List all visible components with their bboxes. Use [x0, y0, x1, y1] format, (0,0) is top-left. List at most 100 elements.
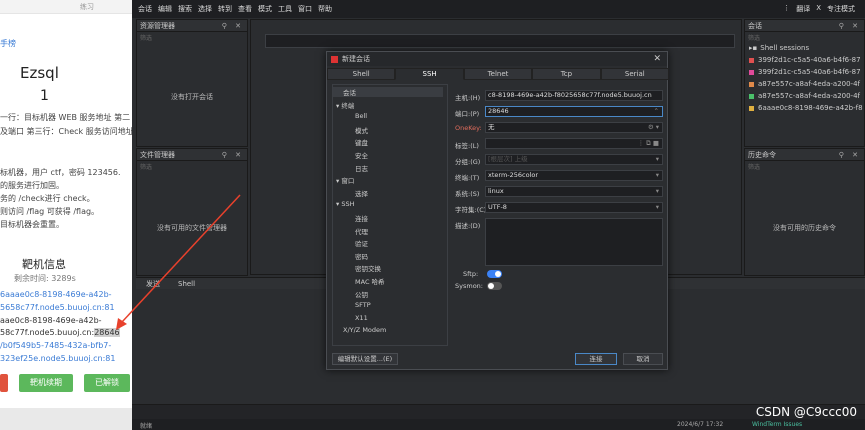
destroy-button[interactable]	[0, 374, 8, 392]
host-input[interactable]: c8-8198-469e-a42b-f8025658c77f.node5.buu…	[485, 90, 663, 101]
filter-input[interactable]: 筛选	[137, 161, 247, 171]
tree-item-label: 密钥交换	[355, 265, 381, 274]
charset-label: 字符集:(C)	[455, 206, 487, 214]
onekey-select[interactable]: 无 ⚙ ▾	[485, 122, 663, 133]
tree-item[interactable]: 选择	[355, 188, 368, 198]
screenshot-root: 练习 手榜 Ezsql 1 一行：目标机器 WEB 服务地址 第二 及端口 第三…	[0, 0, 865, 430]
menu-icon[interactable]: ⋮	[783, 4, 790, 14]
browser-tab-text[interactable]: 练习	[80, 2, 94, 12]
menu-edit[interactable]: 编辑	[158, 4, 172, 14]
csdn-watermark: CSDN @C9ccc00	[755, 405, 857, 419]
x-icon[interactable]: X	[816, 4, 821, 14]
menu-session[interactable]: 会话	[138, 4, 152, 14]
session-folder[interactable]: ▸▪ Shell sessions	[745, 42, 864, 54]
settings-tree: 会话 ▾ 终端 Bell 模式键盘安全日志 ▾ 窗口 选择 ▾ SSH 连接代理验证密码密钥交…	[332, 84, 448, 346]
session-item[interactable]: 399f2d1c-c5a5-40a6-b4f6-87	[745, 54, 864, 66]
target-link-2[interactable]: /b0f549b5-7485-432a-bfb7-	[0, 341, 111, 350]
tab-telnet[interactable]: Telnet	[463, 68, 533, 80]
panel-controls[interactable]: ⚲ ✕	[839, 22, 861, 30]
renew-button[interactable]: 靶机续期	[19, 374, 73, 392]
tab-ssh[interactable]: SSH	[395, 68, 464, 80]
system-select[interactable]: linux ▾	[485, 186, 663, 197]
tree-item[interactable]: ▾ 窗口	[336, 175, 354, 185]
tab-tcp[interactable]: Tcp	[532, 68, 601, 80]
spin-icon[interactable]: ⌃	[654, 107, 659, 116]
menu-search[interactable]: 搜索	[178, 4, 192, 14]
protocol-tabs: Shell SSH Telnet Tcp Serial	[327, 68, 670, 80]
tree-item[interactable]: ▾ 终端	[336, 100, 354, 110]
tree-item[interactable]: Bell	[355, 112, 367, 120]
tree-item[interactable]: 会话	[333, 87, 443, 97]
menu-mode[interactable]: 模式	[258, 4, 272, 14]
focus-mode-button[interactable]: 专注模式	[827, 4, 855, 14]
tab-shell[interactable]: Shell	[178, 280, 195, 288]
tree-item[interactable]: 模式	[355, 125, 368, 135]
panel-title: 资源管理器	[140, 21, 175, 30]
port-input[interactable]: 28646 ⌃	[485, 106, 663, 117]
desc-line: 一行：目标机器 WEB 服务地址 第二	[0, 113, 131, 122]
windterm-logo-icon	[331, 55, 338, 63]
target-link-1[interactable]: 6aaae0c8-8198-469e-a42b-	[0, 290, 112, 299]
tree-item-label: SFTP	[355, 301, 371, 310]
tree-item[interactable]: 代理	[355, 226, 368, 236]
menu-help[interactable]: 帮助	[318, 4, 332, 14]
tree-item[interactable]: 键盘	[355, 137, 368, 147]
tree-item[interactable]: 日志	[355, 163, 368, 173]
menu-view[interactable]: 查看	[238, 4, 252, 14]
tab-shell[interactable]: Shell	[327, 68, 396, 80]
cancel-button[interactable]: 取消	[623, 353, 663, 365]
tab-send[interactable]: 发送	[146, 279, 160, 289]
tree-item[interactable]: MAC 哈希	[355, 276, 385, 286]
edit-defaults-button[interactable]: 编辑默认设置...(E)	[332, 353, 398, 365]
tab-serial[interactable]: Serial	[600, 68, 670, 80]
session-item[interactable]: 399f2d1c-c5a5-40a6-b4f6-87	[745, 66, 864, 78]
ssh-host-text: 58c77f.node5.buuoj.cn:	[0, 328, 95, 337]
menubar-right: ⋮ 翻译 X 专注模式	[783, 4, 855, 14]
tree-item[interactable]: 连接	[355, 213, 368, 223]
session-item[interactable]: a87e557c-a8af-4eda-a200-4f	[745, 78, 864, 90]
group-select[interactable]: [根层次] 上级 ▾	[485, 154, 663, 165]
menu-window[interactable]: 窗口	[298, 4, 312, 14]
terminal-type-select[interactable]: xterm-256color ▾	[485, 170, 663, 181]
filter-input[interactable]: 筛选	[137, 32, 247, 42]
filter-input[interactable]: 筛选	[745, 32, 864, 42]
solved-button[interactable]: 已解锁	[84, 374, 130, 392]
description-textarea[interactable]	[485, 218, 663, 266]
menu-select[interactable]: 选择	[198, 4, 212, 14]
connect-button[interactable]: 连接	[575, 353, 617, 365]
tag-input[interactable]: ⋮ ⧉ ■	[485, 138, 663, 149]
translate-button[interactable]: 翻译	[796, 4, 810, 14]
tree-item[interactable]: 公钥	[355, 289, 368, 299]
panel-title: 会话	[748, 21, 762, 30]
charset-select[interactable]: UTF-8 ▾	[485, 202, 663, 213]
sftp-toggle[interactable]	[487, 270, 502, 278]
panel-controls[interactable]: ⚲ ✕	[222, 22, 244, 30]
session-item[interactable]: 6aaae0c8-8198-469e-a42b-f8	[745, 102, 864, 114]
tree-item[interactable]: X11	[355, 314, 368, 322]
session-item[interactable]: a87e557c-a8af-4eda-a200-4f	[745, 90, 864, 102]
panel-controls[interactable]: ⚲ ✕	[222, 151, 244, 159]
menu-goto[interactable]: 转到	[218, 4, 232, 14]
menu-tools[interactable]: 工具	[278, 4, 292, 14]
tree-item[interactable]: 密钥交换	[355, 263, 381, 273]
tree-item[interactable]: 密码	[355, 251, 368, 261]
tree-item[interactable]: 验证	[355, 238, 368, 248]
tree-item[interactable]: X/Y/Z Modem	[343, 326, 386, 334]
address-bar[interactable]	[265, 34, 735, 48]
sysmon-toggle[interactable]	[487, 282, 502, 290]
status-issues-link[interactable]: WindTerm Issues	[752, 421, 802, 428]
target-link-2-cont[interactable]: 323ef25e.node5.buuoj.cn:81	[0, 354, 115, 363]
target-link-1-cont[interactable]: 5658c77f.node5.buuoj.cn:81	[0, 303, 115, 312]
panel-controls[interactable]: ⚲ ✕	[839, 151, 861, 159]
session-label: a87e557c-a8af-4eda-a200-4f	[758, 80, 860, 88]
close-icon[interactable]: ✕	[653, 54, 661, 64]
browser-tab-strip	[0, 0, 132, 14]
tree-item[interactable]: 安全	[355, 150, 368, 160]
tree-item[interactable]: SFTP	[355, 301, 371, 309]
tree-item[interactable]: ▾ SSH	[336, 200, 354, 208]
tag-tools-icon[interactable]: ⋮ ⧉ ■	[638, 139, 659, 148]
empty-message: 没有可用的历史命令	[773, 224, 836, 232]
ssh-port-highlight: 28646	[94, 328, 120, 337]
filter-input[interactable]: 筛选	[745, 161, 864, 171]
rank-link[interactable]: 手榜	[0, 38, 16, 49]
